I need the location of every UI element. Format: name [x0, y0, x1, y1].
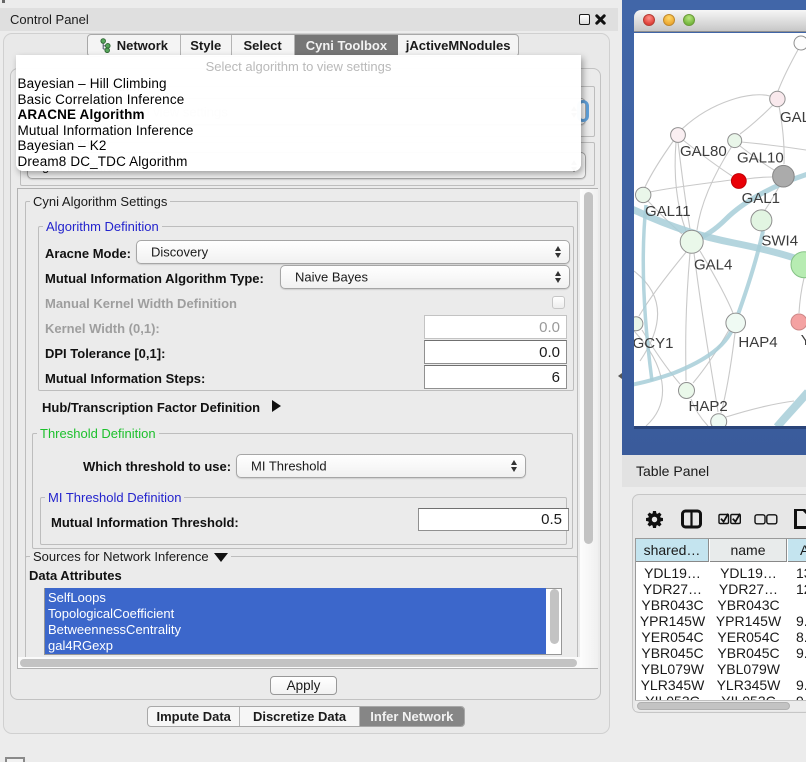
- svg-text:GAL10: GAL10: [737, 150, 784, 167]
- svg-text:Y: Y: [801, 332, 806, 349]
- svg-text:HAP2: HAP2: [689, 398, 728, 415]
- svg-text:GAL11: GAL11: [645, 203, 691, 220]
- svg-text:GCY1: GCY1: [634, 335, 673, 352]
- svg-text:GAL7: GAL7: [780, 109, 806, 126]
- svg-text:GAL80: GAL80: [680, 143, 727, 160]
- svg-text:SWI4: SWI4: [761, 233, 798, 250]
- svg-text:GAL1: GAL1: [742, 190, 780, 207]
- svg-text:HAP4: HAP4: [738, 334, 777, 351]
- svg-text:GAL4: GAL4: [694, 257, 732, 274]
